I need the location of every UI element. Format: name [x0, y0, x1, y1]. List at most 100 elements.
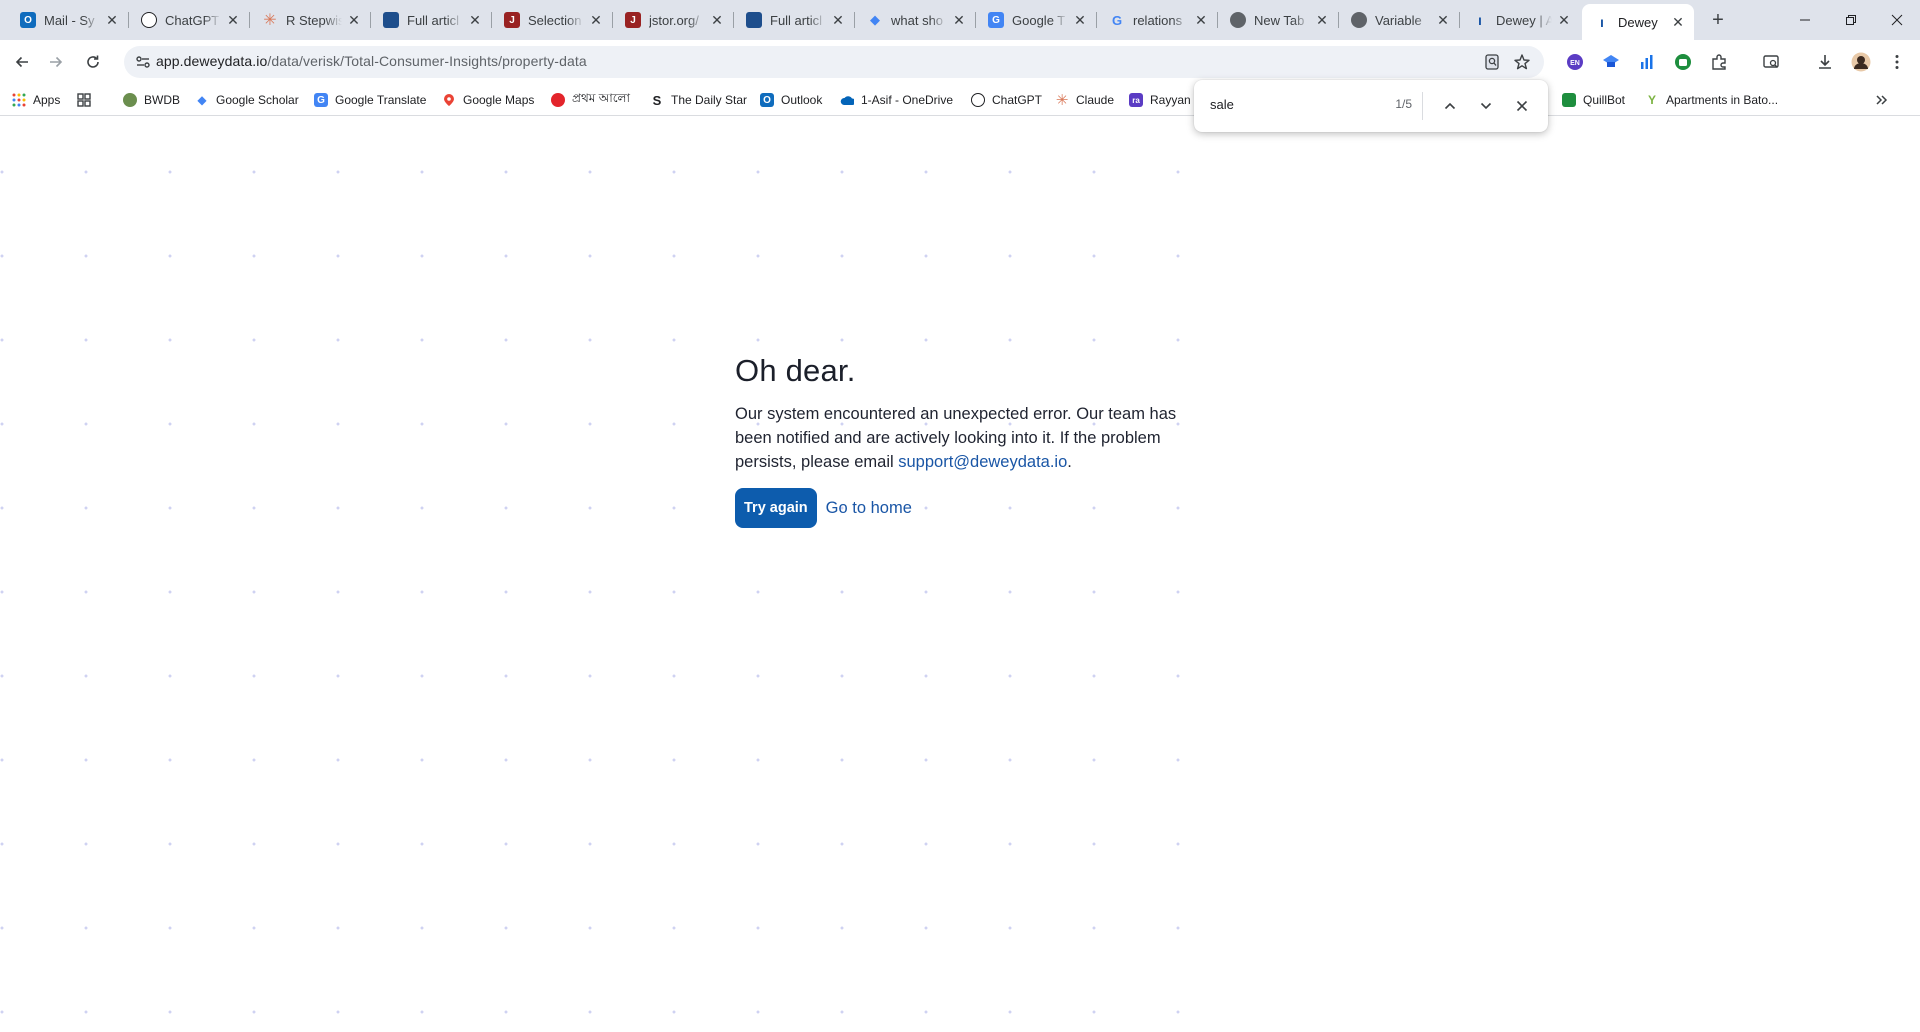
- onedrive-icon: [840, 93, 854, 107]
- bookmark-google-translate[interactable]: G Google Translate: [314, 90, 426, 110]
- tab-title: ChatGPT: [165, 12, 220, 28]
- close-tab-icon[interactable]: ✕: [1314, 12, 1330, 28]
- bookmark-daily-star[interactable]: S The Daily Star: [650, 90, 747, 110]
- tab-full-article-2[interactable]: Full articl ✕: [734, 4, 855, 36]
- find-input[interactable]: sale: [1210, 97, 1234, 112]
- tab-relationship[interactable]: G relations ✕: [1097, 4, 1218, 36]
- prothomalo-icon: [551, 93, 565, 107]
- close-tab-icon[interactable]: ✕: [1435, 12, 1451, 28]
- find-in-page-icon[interactable]: [1482, 52, 1502, 72]
- google-icon: G: [1111, 12, 1123, 28]
- tab-full-article-1[interactable]: Full articl ✕: [371, 4, 492, 36]
- claude-icon: ✳: [263, 12, 277, 28]
- close-tab-icon[interactable]: ✕: [467, 12, 483, 28]
- tab-new-tab[interactable]: New Tab ✕: [1218, 4, 1339, 36]
- extension-en-icon[interactable]: EN: [1565, 52, 1585, 72]
- bookmark-bwdb[interactable]: BWDB: [123, 90, 180, 110]
- forward-button[interactable]: [40, 46, 72, 78]
- wiley-icon: [746, 12, 762, 28]
- bookmark-label: BWDB: [144, 93, 180, 107]
- bookmark-label: QuillBot: [1583, 93, 1626, 107]
- bookmark-label: The Daily Star: [671, 93, 748, 107]
- extension-chart-icon[interactable]: [1637, 52, 1657, 72]
- scholar-icon: ◆: [197, 93, 207, 107]
- tab-title: New Tab: [1254, 12, 1305, 28]
- tab-dewey-active[interactable]: ı Dewey ✕: [1582, 4, 1694, 40]
- close-tab-icon[interactable]: ✕: [709, 12, 725, 28]
- bookmark-outlook[interactable]: O Outlook: [760, 90, 822, 110]
- close-tab-icon[interactable]: ✕: [346, 12, 362, 28]
- quillbot-icon: [1562, 93, 1576, 107]
- address-bar[interactable]: app.deweydata.io/data/verisk/Total-Consu…: [124, 46, 1544, 78]
- close-tab-icon[interactable]: ✕: [104, 12, 120, 28]
- minimize-button[interactable]: [1782, 0, 1828, 40]
- tab-mail[interactable]: O Mail - Sy ✕: [8, 4, 129, 36]
- restore-button[interactable]: [1828, 0, 1874, 40]
- tab-jstor[interactable]: J jstor.org/ ✕: [613, 4, 734, 36]
- chrome-menu-icon[interactable]: [1887, 52, 1907, 72]
- close-icon: [1516, 100, 1528, 112]
- back-button[interactable]: [6, 46, 38, 78]
- page-blank-region: [1250, 117, 1920, 1032]
- reload-button[interactable]: [77, 46, 109, 78]
- find-close-button[interactable]: [1510, 94, 1534, 118]
- new-tab-button[interactable]: +: [1704, 8, 1732, 32]
- close-tab-icon[interactable]: ✕: [1556, 12, 1572, 28]
- profile-avatar-icon[interactable]: [1851, 52, 1871, 72]
- tab-selection[interactable]: J Selection ✕: [492, 4, 613, 36]
- tab-title: R Stepwis: [286, 12, 342, 28]
- tab-variable[interactable]: Variable ✕: [1339, 4, 1460, 36]
- close-tab-icon[interactable]: ✕: [830, 12, 846, 28]
- close-tab-icon[interactable]: ✕: [951, 12, 967, 28]
- download-icon[interactable]: [1815, 52, 1835, 72]
- bookmark-grid[interactable]: [77, 90, 98, 110]
- bookmark-apartments[interactable]: Y Apartments in Bato...: [1645, 90, 1778, 110]
- find-result-count: 1/5: [1395, 97, 1412, 111]
- close-tab-icon[interactable]: ✕: [1670, 14, 1686, 30]
- find-previous-button[interactable]: [1438, 94, 1462, 118]
- tab-r-stepwise[interactable]: ✳ R Stepwis ✕: [250, 4, 371, 36]
- bookmark-onedrive[interactable]: 1-Asif - OneDrive: [840, 90, 953, 110]
- extension-scholar-icon[interactable]: [1601, 52, 1621, 72]
- tab-chatgpt[interactable]: ChatGPT ✕: [129, 4, 250, 36]
- tab-title: jstor.org/: [649, 12, 699, 28]
- chevron-down-icon: [1480, 102, 1492, 110]
- svg-text:EN: EN: [1570, 60, 1580, 67]
- grid-icon: [77, 93, 91, 107]
- tab-search-icon[interactable]: [1761, 52, 1781, 72]
- bookmark-quillbot[interactable]: QuillBot: [1562, 90, 1625, 110]
- find-next-button[interactable]: [1474, 94, 1498, 118]
- close-tab-icon[interactable]: ✕: [588, 12, 604, 28]
- extension-green-icon[interactable]: [1673, 52, 1693, 72]
- bookmark-google-maps[interactable]: Google Maps: [442, 90, 534, 110]
- page-title: Oh dear.: [735, 353, 856, 388]
- close-tab-icon[interactable]: ✕: [225, 12, 241, 28]
- support-email-link[interactable]: support@deweydata.io: [898, 453, 1067, 471]
- tab-what-should[interactable]: ◆ what sho ✕: [855, 4, 976, 36]
- tab-dewey-a[interactable]: ı Dewey | A ✕: [1460, 4, 1580, 36]
- bookmark-rayyan[interactable]: ra Rayyan: [1129, 90, 1191, 110]
- bookmark-prothom-alo[interactable]: প্রথম আলো: [551, 90, 630, 110]
- bookmark-chatgpt[interactable]: ChatGPT: [971, 90, 1042, 110]
- url-path: /data/verisk/Total-Consumer-Insights/pro…: [267, 53, 587, 69]
- bookmarks-overflow-button[interactable]: [1874, 90, 1888, 110]
- tab-title: what sho: [891, 12, 944, 28]
- chatgpt-icon: [141, 12, 157, 28]
- bookmark-google-scholar[interactable]: ◆ Google Scholar: [195, 90, 298, 110]
- close-tab-icon[interactable]: ✕: [1193, 12, 1209, 28]
- bookmark-star-icon[interactable]: [1512, 52, 1532, 72]
- bookmark-label: 1-Asif - OneDrive: [861, 93, 954, 107]
- tab-google-translate[interactable]: G Google T ✕: [976, 4, 1097, 36]
- go-to-home-link[interactable]: Go to home: [826, 499, 912, 518]
- try-again-button[interactable]: Try again: [735, 488, 817, 528]
- translate-icon: G: [314, 93, 328, 107]
- bookmark-apps[interactable]: Apps: [12, 90, 60, 110]
- bookmark-claude[interactable]: ✳ Claude: [1055, 90, 1114, 110]
- chrome-icon: [1230, 12, 1246, 28]
- extensions-puzzle-icon[interactable]: [1709, 52, 1729, 72]
- close-window-button[interactable]: [1874, 0, 1920, 40]
- close-tab-icon[interactable]: ✕: [1072, 12, 1088, 28]
- bookmark-label: Rayyan: [1150, 93, 1191, 107]
- tab-title: Dewey: [1618, 14, 1658, 30]
- site-info-icon[interactable]: [134, 53, 152, 71]
